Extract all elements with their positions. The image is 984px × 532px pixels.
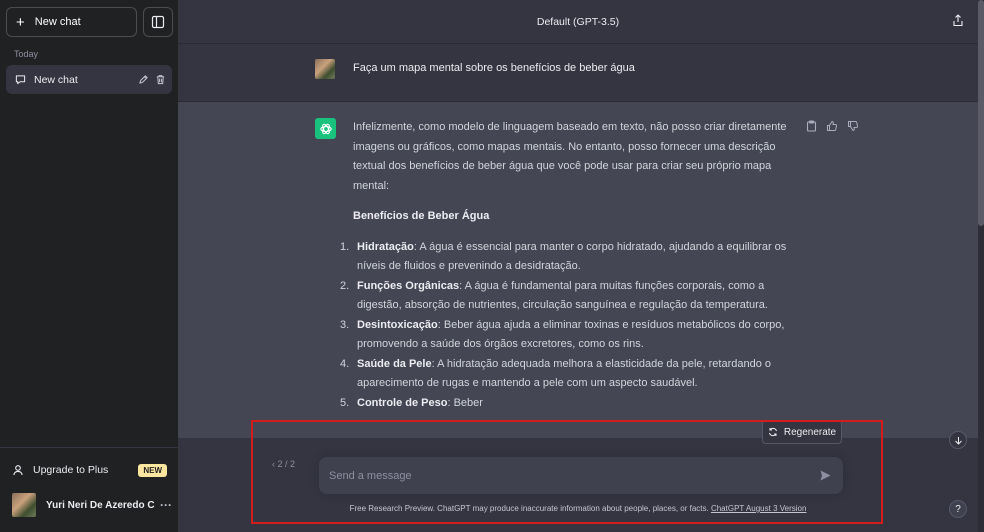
list-item-title: Saúde da Pele bbox=[357, 357, 432, 370]
user-message-text: Faça um mapa mental sobre os benefícios … bbox=[353, 62, 635, 74]
new-chat-label: New chat bbox=[34, 16, 81, 28]
list-item: 3. Desintoxicação: Beber água ajuda a eli… bbox=[340, 316, 793, 355]
user-menu[interactable]: Yuri Neri De Azeredo C ··· bbox=[12, 492, 172, 518]
list-number: 4. bbox=[340, 357, 350, 370]
assistant-message: Infelizmente, como modelo de linguagem b… bbox=[178, 102, 978, 438]
sidebar-chat-item-label: New chat bbox=[34, 73, 78, 86]
assistant-message-content: Infelizmente, como modelo de linguagem b… bbox=[340, 118, 793, 414]
message-actions bbox=[806, 120, 859, 132]
pencil-icon[interactable] bbox=[138, 74, 149, 85]
assistant-heading: Benefícios de Beber Água bbox=[353, 210, 490, 222]
share-icon[interactable] bbox=[952, 14, 964, 27]
list-item-title: Controle de Peso bbox=[357, 396, 448, 409]
sidebar-toggle-icon bbox=[151, 15, 165, 29]
list-item: 1. Hidratação: A água é essencial para ma… bbox=[340, 238, 793, 277]
thumbs-up-icon[interactable] bbox=[826, 120, 838, 132]
list-item-title: Hidratação bbox=[357, 240, 414, 253]
thumbs-down-icon[interactable] bbox=[847, 120, 859, 132]
avatar bbox=[12, 493, 36, 517]
list-item-title: Funções Orgânicas bbox=[357, 279, 460, 292]
clipboard-icon[interactable] bbox=[806, 120, 817, 132]
section-label-today: Today bbox=[14, 49, 39, 59]
list-item-text: : Beber bbox=[447, 396, 483, 409]
list-item: 2. Funções Orgânicas: A água é fundamenta… bbox=[340, 277, 793, 316]
list-number: 2. bbox=[340, 279, 350, 292]
list-item: 5. Controle de Peso: Beber bbox=[340, 394, 793, 414]
upgrade-label: Upgrade to Plus bbox=[33, 464, 109, 476]
user-name: Yuri Neri De Azeredo C bbox=[46, 499, 155, 511]
user-icon bbox=[13, 465, 23, 476]
scrollbar[interactable] bbox=[978, 0, 984, 532]
more-options-icon[interactable]: ··· bbox=[160, 498, 172, 512]
sidebar-divider bbox=[0, 447, 178, 448]
sidebar: + New chat Today New chat Upgrade to Plu… bbox=[0, 0, 178, 532]
arrow-down-icon bbox=[954, 436, 962, 445]
list-number: 5. bbox=[340, 396, 350, 409]
list-item-text: : A água é essencial para manter o corpo… bbox=[357, 240, 787, 273]
help-button[interactable]: ? bbox=[949, 500, 967, 518]
new-badge: NEW bbox=[138, 463, 167, 477]
list-item: 4. Saúde da Pele: A hidratação adequada m… bbox=[340, 355, 793, 394]
new-chat-button[interactable]: + New chat bbox=[6, 7, 137, 37]
chatgpt-logo-icon bbox=[315, 118, 336, 139]
sidebar-toggle-button[interactable] bbox=[143, 7, 173, 37]
chat-bubble-icon bbox=[15, 75, 26, 85]
highlight-annotation bbox=[251, 420, 883, 524]
benefits-list: 1. Hidratação: A água é essencial para ma… bbox=[340, 238, 793, 414]
plus-icon: + bbox=[16, 13, 25, 31]
list-item-title: Desintoxicação bbox=[357, 318, 438, 331]
sidebar-chat-item[interactable]: New chat bbox=[6, 65, 172, 94]
assistant-intro: Infelizmente, como modelo de linguagem b… bbox=[353, 121, 787, 192]
list-number: 3. bbox=[340, 318, 350, 331]
trash-icon[interactable] bbox=[155, 74, 166, 85]
scrollbar-thumb[interactable] bbox=[978, 0, 984, 226]
upgrade-to-plus-button[interactable]: Upgrade to Plus NEW bbox=[12, 460, 167, 480]
top-bar: Default (GPT-3.5) bbox=[178, 0, 978, 44]
user-avatar bbox=[315, 59, 335, 79]
list-number: 1. bbox=[340, 240, 350, 253]
model-title[interactable]: Default (GPT-3.5) bbox=[537, 16, 619, 28]
user-message: Faça um mapa mental sobre os benefícios … bbox=[178, 44, 978, 102]
scroll-down-button[interactable] bbox=[949, 431, 967, 449]
